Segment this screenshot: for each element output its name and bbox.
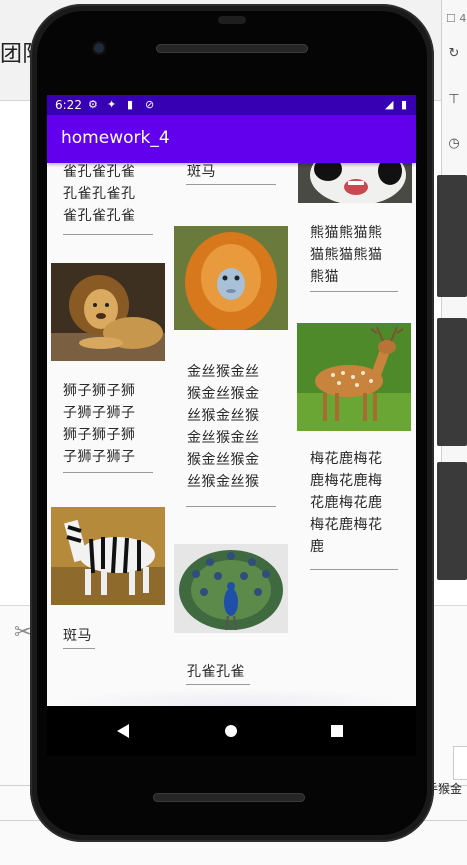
golden-monkey-caption: 金丝猴金丝 猴金丝猴金 丝猴金丝猴 金丝猴金丝 猴金丝猴金 丝猴金丝猴 [187, 364, 260, 490]
ide-preview-thumbnail[interactable] [437, 318, 467, 446]
peacock-caption: 雀孔雀孔雀 孔雀孔雀孔 雀孔雀孔雀 [63, 164, 136, 224]
connection-icon: ✦ [107, 98, 117, 111]
settings-icon: ⚙ [88, 98, 98, 111]
front-camera [94, 43, 104, 53]
signal-icon: ◢ [385, 98, 394, 111]
app-bar: homework_4 [47, 115, 416, 163]
caption-underline [186, 506, 276, 507]
ide-preview-thumbnail[interactable] [437, 175, 467, 297]
staggered-grid[interactable]: 雀孔雀孔雀 孔雀孔雀孔 雀孔雀孔雀 狮子狮子狮 子狮子狮子 狮子狮子狮 子狮子狮子 [47, 163, 416, 706]
ide-preview-thumbnail[interactable] [437, 462, 467, 580]
lion-photo[interactable] [51, 263, 165, 361]
navigation-bar [47, 706, 416, 756]
caption-underline [63, 472, 153, 473]
ide-input-box[interactable] [453, 746, 467, 780]
peacock-caption: 孔雀孔雀 [187, 664, 245, 680]
earpiece [218, 16, 246, 24]
top-speaker [156, 44, 308, 53]
app-title: homework_4 [61, 128, 170, 148]
peacock-photo[interactable] [174, 544, 288, 633]
battery-icon: ▮ [401, 98, 408, 111]
zebra-caption: 斑马 [187, 164, 216, 180]
home-button[interactable] [225, 725, 237, 737]
lion-caption: 狮子狮子狮 子狮子狮子 狮子狮子狮 子狮子狮子 [63, 383, 136, 465]
caption-underline [310, 569, 398, 570]
caption-underline [186, 684, 250, 685]
golden-monkey-photo[interactable] [174, 226, 288, 330]
panda-photo[interactable] [298, 163, 412, 203]
recents-button[interactable] [331, 725, 343, 737]
status-time: 6:22 [55, 98, 82, 112]
ide-tool-icon[interactable]: ⊤ [446, 92, 462, 108]
bottom-speaker [153, 793, 305, 802]
panda-caption: 熊猫熊猫熊 猫熊猫熊猫 熊猫 [310, 225, 383, 285]
caption-underline [186, 184, 276, 185]
sd-card-icon: ▮ [127, 98, 134, 111]
ide-pin-label[interactable]: ☐ 4 [446, 12, 466, 25]
zebra-caption: 斑马 [63, 628, 92, 644]
ide-tool-icon[interactable]: ◷ [446, 136, 462, 152]
back-button[interactable] [117, 724, 129, 738]
caption-underline [310, 291, 398, 292]
bottom-glow [47, 688, 416, 706]
caption-underline [63, 234, 153, 235]
zebra-photo[interactable] [51, 507, 165, 605]
ide-tool-icon[interactable]: ↻ [446, 46, 462, 62]
deer-photo[interactable] [297, 323, 411, 431]
status-bar: 6:22 ⚙ ✦ ▮ ⊘ ◢ ▮ [47, 95, 416, 115]
caption-underline [63, 648, 95, 649]
no-disturb-icon: ⊘ [145, 98, 155, 111]
phone-screen: 6:22 ⚙ ✦ ▮ ⊘ ◢ ▮ homework_4 雀孔雀孔雀 孔雀孔雀孔 雀孔… [47, 95, 416, 756]
deer-caption: 梅花鹿梅花 鹿梅花鹿梅 花鹿梅花鹿 梅花鹿梅花鹿 [310, 451, 383, 555]
